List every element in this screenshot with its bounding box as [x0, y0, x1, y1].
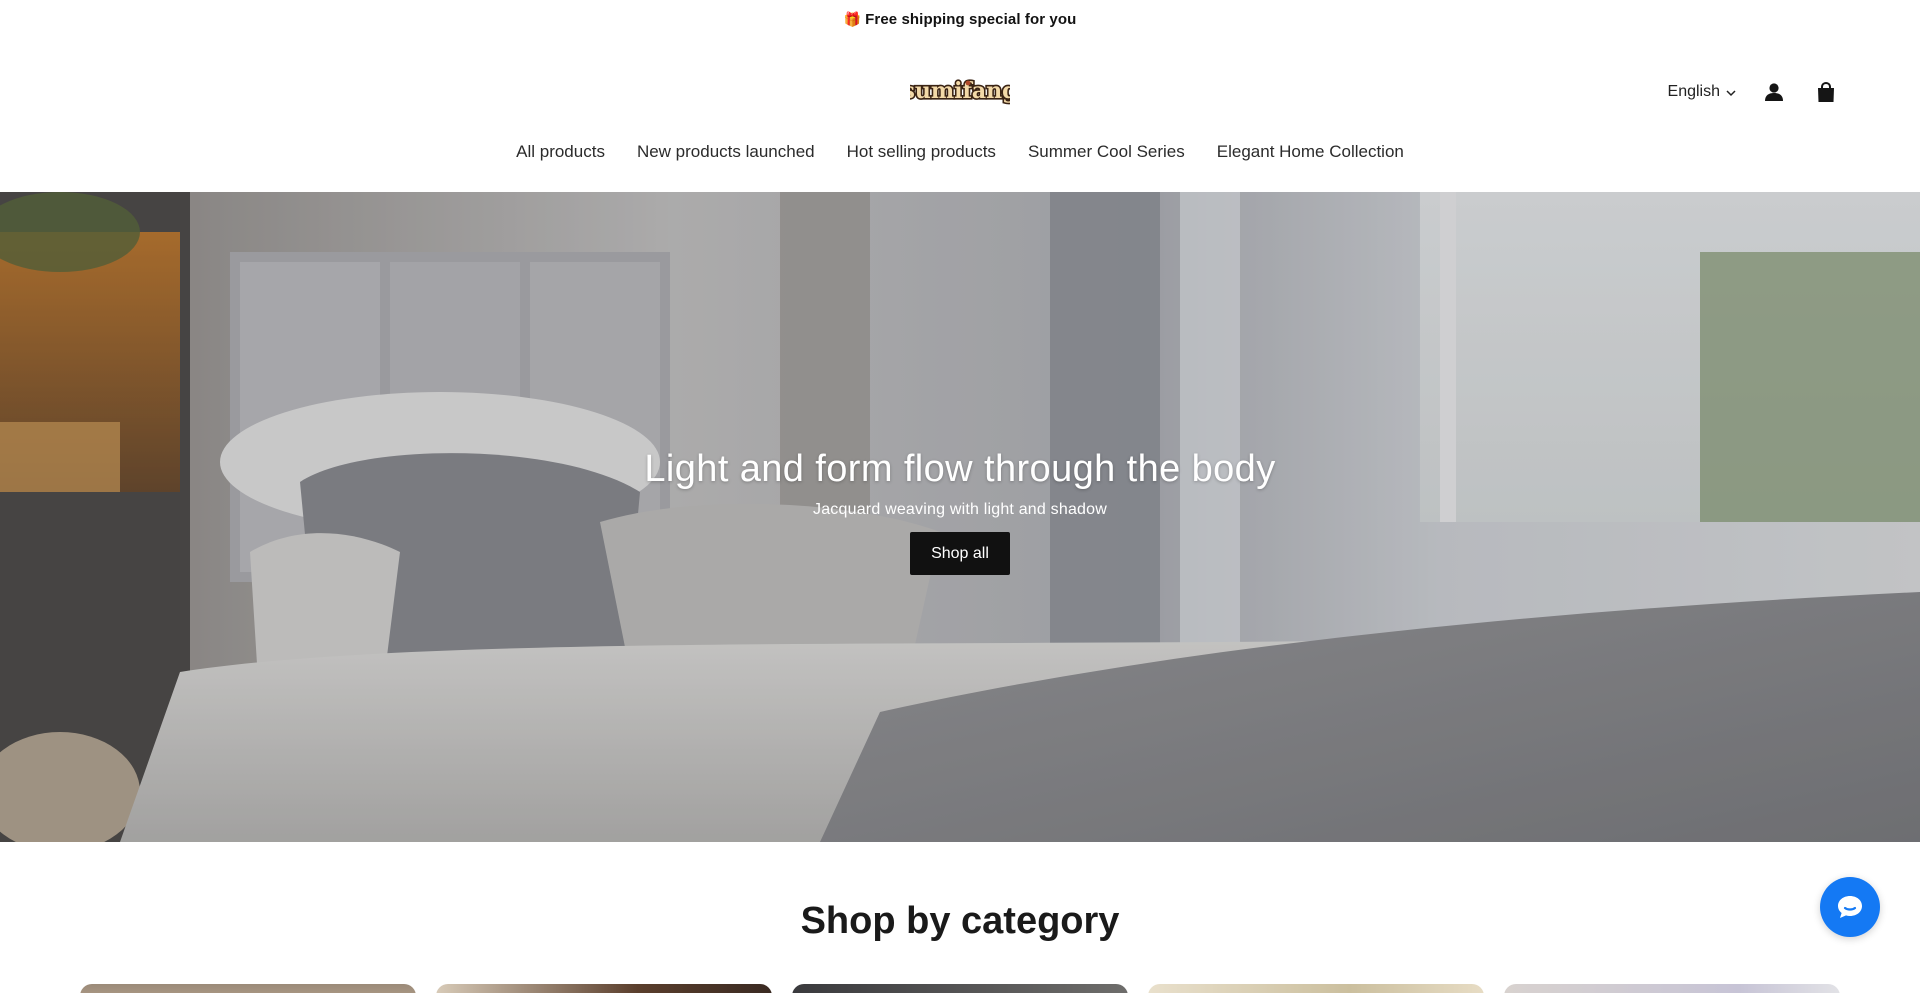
hero-content: Light and form flow through the body Jac…: [0, 448, 1920, 575]
hero-title: Light and form flow through the body: [644, 448, 1276, 490]
gift-icon: 🎁: [843, 10, 862, 27]
language-selector[interactable]: English: [1668, 83, 1736, 102]
hero-subtitle: Jacquard weaving with light and shadow: [813, 501, 1107, 518]
site-header: sumifang English All products New produc…: [0, 38, 1920, 180]
user-icon[interactable]: [1762, 80, 1786, 104]
hero-banner: Light and form flow through the body Jac…: [0, 192, 1920, 842]
chat-bubble-icon: [1838, 896, 1862, 918]
svg-text:sumifang: sumifang: [910, 78, 1010, 104]
section-title: Shop by category: [800, 900, 1120, 942]
announcement-bar: 🎁 Free shipping special for you: [0, 0, 1920, 38]
main-navigation: All products New products launched Hot s…: [0, 142, 1920, 162]
category-card[interactable]: [80, 984, 416, 993]
nav-item-all-products[interactable]: All products: [500, 142, 621, 162]
shop-all-button[interactable]: Shop all: [910, 532, 1010, 575]
nav-item-hot-selling[interactable]: Hot selling products: [831, 142, 1012, 162]
category-card[interactable]: [792, 984, 1128, 993]
logo-mark: sumifang: [910, 76, 1010, 105]
announcement-text: Free shipping special for you: [865, 10, 1077, 28]
category-row: [80, 984, 1840, 993]
shopping-bag-icon[interactable]: [1814, 80, 1838, 104]
nav-item-elegant-home[interactable]: Elegant Home Collection: [1201, 142, 1420, 162]
header-tools: English: [1668, 78, 1838, 106]
category-card[interactable]: [436, 984, 772, 993]
nav-item-summer-cool[interactable]: Summer Cool Series: [1012, 142, 1201, 162]
chevron-down-icon: [1726, 84, 1736, 102]
chat-button[interactable]: [1820, 877, 1880, 937]
nav-item-new-products[interactable]: New products launched: [621, 142, 831, 162]
category-card[interactable]: [1504, 984, 1840, 993]
site-logo[interactable]: sumifang: [910, 73, 1010, 109]
language-label: English: [1667, 83, 1720, 100]
category-card[interactable]: [1148, 984, 1484, 993]
